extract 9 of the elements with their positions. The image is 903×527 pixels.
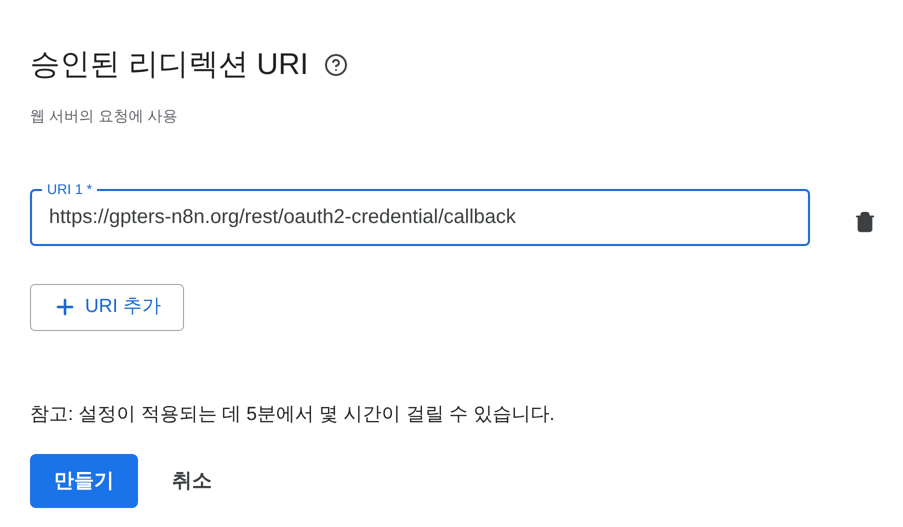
create-button[interactable]: 만들기 xyxy=(30,454,138,508)
cancel-button[interactable]: 취소 xyxy=(154,454,230,508)
add-uri-button[interactable]: URI 추가 xyxy=(30,284,184,330)
note-text: 참고: 설정이 적용되는 데 5분에서 몇 시간이 걸릴 수 있습니다. xyxy=(30,402,556,426)
delete-icon[interactable] xyxy=(854,211,876,233)
section-title: 승인된 리디렉션 URI xyxy=(30,50,308,80)
help-icon[interactable] xyxy=(324,53,348,77)
section-subtitle: 웹 서버의 요청에 사용 xyxy=(30,107,179,127)
field-value: https://gpters-n8n.org/rest/oauth2-credential/callback xyxy=(49,205,516,230)
